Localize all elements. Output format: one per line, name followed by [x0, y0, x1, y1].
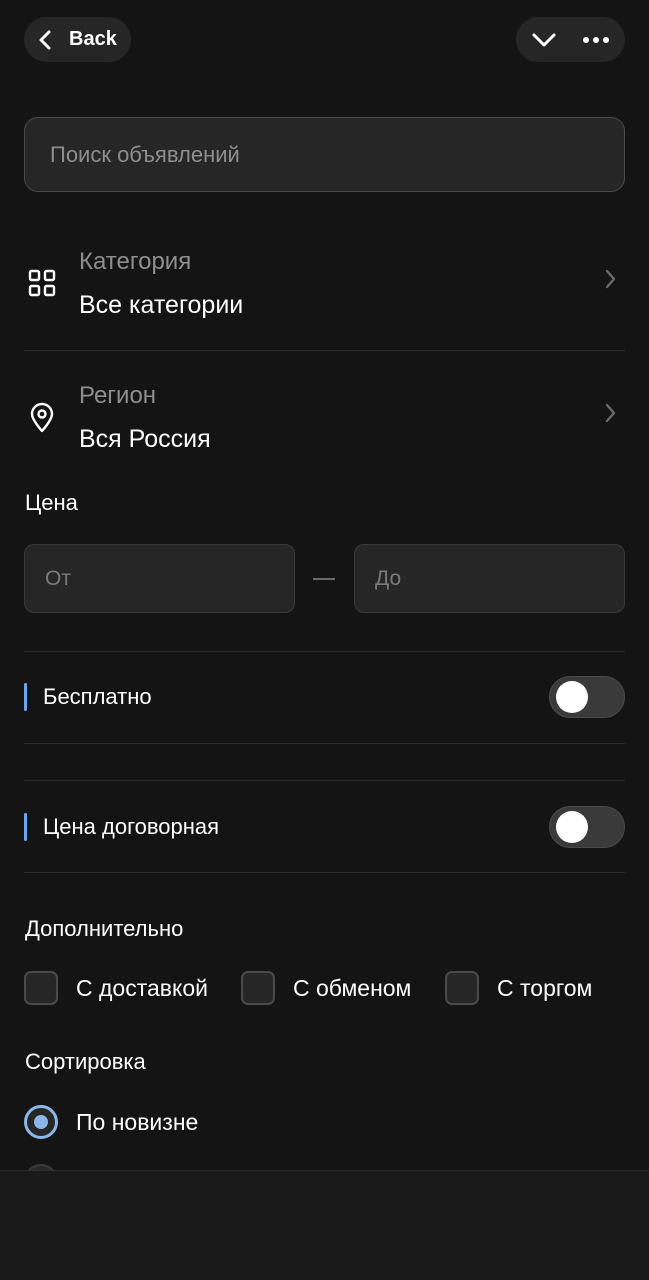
negotiable-switch[interactable]	[549, 806, 625, 848]
divider	[24, 651, 625, 652]
delivery-label: С доставкой	[76, 974, 208, 1001]
switch-knob	[556, 811, 588, 843]
more-horizontal-icon	[583, 36, 609, 43]
sort-newest-radio[interactable]: По новизне	[24, 1105, 198, 1139]
collapse-button[interactable]	[529, 25, 559, 55]
region-row[interactable]: Регион Вся Россия	[24, 374, 625, 484]
sort-title: Сортировка	[25, 1049, 146, 1074]
filter-screen: Back Категория Все категор	[0, 0, 649, 1280]
checkbox-box	[24, 971, 58, 1005]
bargain-checkbox[interactable]: С торгом	[445, 971, 592, 1005]
grid-icon	[28, 269, 58, 299]
price-from-field	[24, 544, 295, 613]
region-label: Регион	[79, 382, 157, 409]
region-value: Вся Россия	[79, 425, 211, 453]
more-button[interactable]	[581, 25, 611, 55]
switch-knob	[556, 681, 588, 713]
divider	[24, 350, 625, 351]
chevron-down-icon	[532, 33, 556, 46]
price-title: Цена	[25, 490, 78, 515]
price-from-input[interactable]	[45, 566, 294, 591]
bargain-label: С торгом	[497, 974, 593, 1001]
back-label: Back	[69, 28, 117, 50]
search-field	[24, 117, 625, 192]
chevron-left-icon	[38, 30, 56, 50]
negotiable-toggle-row: Цена договорная	[24, 794, 625, 864]
extra-title: Дополнительно	[25, 916, 184, 941]
search-input[interactable]	[50, 141, 624, 168]
back-button[interactable]: Back	[24, 17, 131, 62]
free-switch[interactable]	[549, 676, 625, 718]
free-label: Бесплатно	[43, 684, 152, 709]
price-to-field	[354, 544, 625, 613]
exchange-label: С обменом	[293, 974, 412, 1001]
range-dash	[313, 578, 335, 580]
radio-dot	[34, 1115, 48, 1129]
category-label: Категория	[79, 248, 192, 275]
price-to-input[interactable]	[375, 566, 624, 591]
exchange-checkbox[interactable]: С обменом	[241, 971, 411, 1005]
chevron-right-icon	[603, 402, 617, 424]
bottom-panel	[0, 1170, 649, 1280]
negotiable-label: Цена договорная	[43, 814, 220, 839]
divider	[24, 780, 625, 781]
chevron-right-icon	[603, 268, 617, 290]
accent-bar	[24, 683, 27, 711]
radio-outer	[24, 1105, 58, 1139]
free-toggle-row: Бесплатно	[24, 664, 625, 734]
location-pin-icon	[28, 402, 58, 433]
checkbox-box	[445, 971, 479, 1005]
divider	[24, 872, 625, 873]
sort-newest-label: По новизне	[76, 1108, 199, 1135]
divider	[24, 743, 625, 744]
checkbox-box	[241, 971, 275, 1005]
accent-bar	[24, 813, 27, 841]
category-value: Все категории	[79, 291, 244, 319]
extra-options: С доставкой С обменом С торгом	[24, 971, 625, 1007]
header-menu-pill	[516, 17, 625, 62]
top-bar: Back	[0, 0, 649, 80]
category-row[interactable]: Категория Все категории	[24, 240, 625, 350]
delivery-checkbox[interactable]: С доставкой	[24, 971, 208, 1005]
